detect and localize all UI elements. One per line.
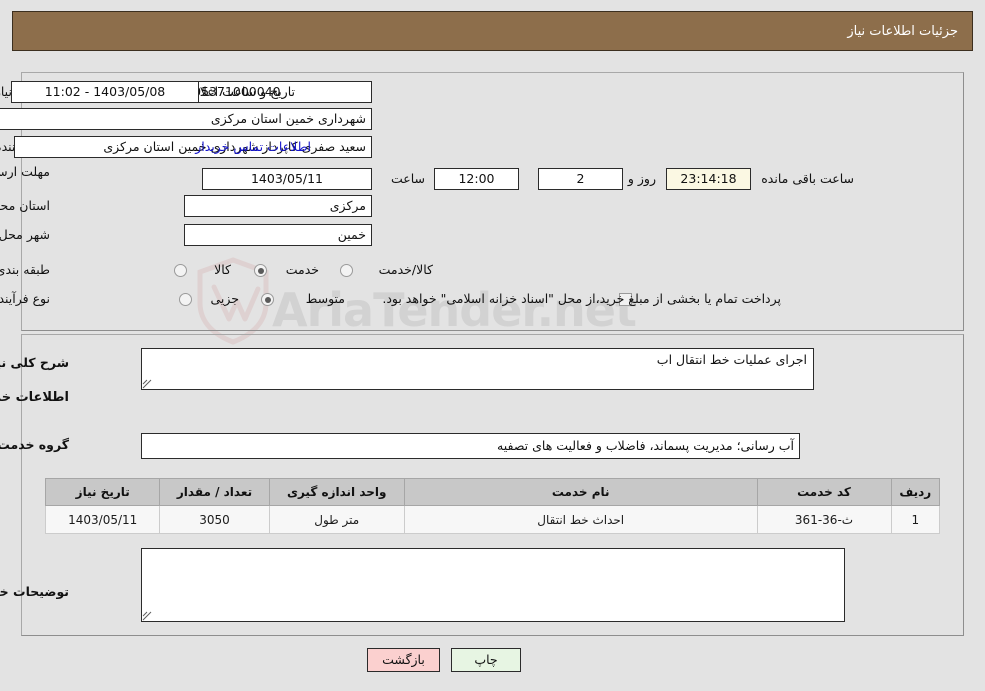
service-group-label: گروه خدمت:: [0, 437, 69, 452]
radio-category-khedmat[interactable]: [254, 264, 267, 277]
radio-purchase-motevaset[interactable]: [261, 293, 274, 306]
deadline-hour-value: 12:00: [434, 168, 519, 190]
city-value: خمین: [184, 224, 372, 246]
col-header-unit: واحد اندازه گیری: [268, 478, 405, 506]
table-row: 1 ث-36-361 احداث خط انتقال متر طول 3050 …: [44, 505, 941, 534]
buyer-org-value: شهرداری خمین استان مرکزی: [0, 108, 372, 130]
hour-label: ساعت: [390, 171, 425, 186]
city-label: شهر محل تحویل:: [0, 227, 50, 242]
public-announce-value: 1403/05/08 - 11:02: [11, 81, 199, 103]
timer-suffix-label: ساعت باقی مانده: [761, 171, 854, 186]
deadline-label: مهلت ارسال پاسخ: تا تاریخ:: [0, 164, 50, 179]
radio-category-kala-khedmat[interactable]: [340, 264, 353, 277]
buyer-contact-link[interactable]: اطلاعات تماس خریدار: [195, 139, 311, 154]
province-label: استان محل تحویل:: [0, 198, 50, 213]
table-header-row: ردیف کد خدمت نام خدمت واحد اندازه گیری ت…: [44, 478, 941, 506]
col-header-name: نام خدمت: [403, 478, 758, 506]
radio-purchase-jozii-label: جزیی: [210, 291, 239, 306]
radio-category-khedmat-label: خدمت: [285, 262, 319, 277]
services-section-heading: اطلاعات خدمات مورد نیاز: [0, 390, 69, 405]
cell-code: ث-36-361: [756, 505, 892, 534]
services-table: ردیف کد خدمت نام خدمت واحد اندازه گیری ت…: [44, 478, 941, 534]
back-button[interactable]: بازگشت: [367, 648, 440, 672]
radio-category-kala-label: کالا: [214, 262, 231, 277]
general-desc-label: شرح کلی نیاز:: [0, 355, 69, 370]
radio-purchase-motevaset-label: متوسط: [305, 291, 345, 306]
cell-row: 1: [890, 505, 941, 534]
radio-category-kala-khedmat-label: کالا/خدمت: [378, 262, 433, 277]
page-title: جزئیات اطلاعات نیاز: [847, 23, 958, 39]
purchase-type-label: نوع فرآیند خرید :: [0, 291, 50, 306]
cell-name: احداث خط انتقال: [403, 505, 758, 534]
creator-value: سعید صفری کاپرداز شهرداری خمین استان مرک…: [14, 136, 372, 158]
service-group-value: آب رسانی؛ مدیریت پسماند، فاضلاب و فعالیت…: [141, 433, 800, 459]
print-button[interactable]: چاپ: [451, 648, 521, 672]
general-desc-textarea[interactable]: اجرای عملیات خط انتقال اب: [141, 348, 814, 390]
buyer-notes-label: توضیحات خریدار:: [0, 584, 69, 599]
cell-date: 1403/05/11: [44, 505, 161, 534]
col-header-quantity: تعداد / مقدار: [159, 478, 270, 506]
radio-purchase-jozii[interactable]: [179, 293, 192, 306]
days-remaining-value: 2: [538, 168, 623, 190]
col-header-row: ردیف: [890, 478, 941, 506]
deadline-date-value: 1403/05/11: [202, 168, 372, 190]
cell-quantity: 3050: [159, 505, 270, 534]
treasury-bonds-note: پرداخت تمام یا بخشی از مبلغ خرید،از محل …: [382, 291, 781, 306]
radio-category-kala[interactable]: [174, 264, 187, 277]
days-label: روز و: [627, 171, 656, 186]
category-label: طبقه بندی موضوعی:: [0, 262, 50, 277]
cell-unit: متر طول: [268, 505, 405, 534]
page-title-bar: جزئیات اطلاعات نیاز: [12, 11, 973, 51]
countdown-timer-value: 23:14:18: [666, 168, 751, 190]
col-header-date: تاریخ نیاز: [44, 478, 161, 506]
buyer-notes-textarea[interactable]: [141, 548, 845, 622]
col-header-code: کد خدمت: [756, 478, 892, 506]
province-value: مرکزی: [184, 195, 372, 217]
